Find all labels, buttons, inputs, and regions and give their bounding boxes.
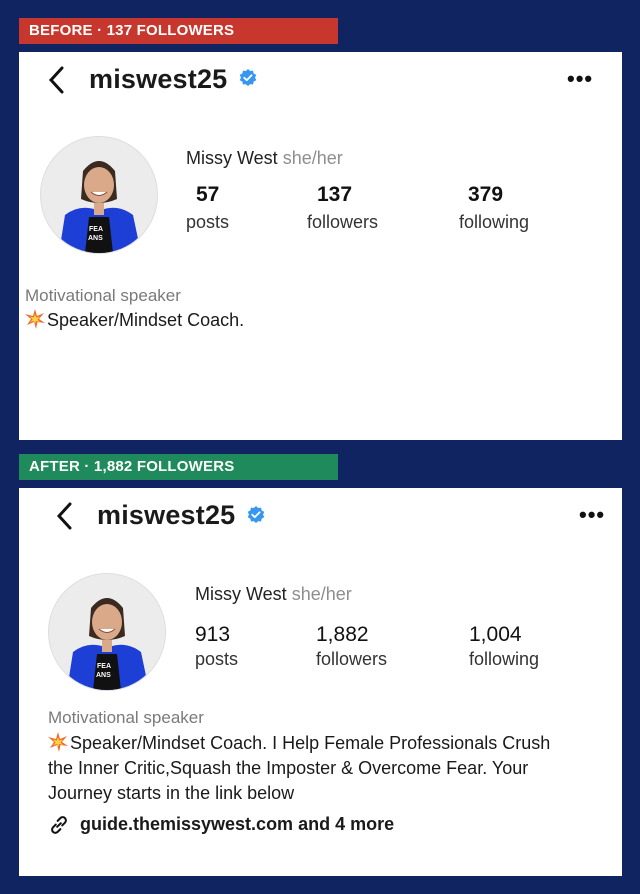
following-label[interactable]: following (459, 212, 529, 233)
following-label[interactable]: following (469, 649, 539, 670)
posts-label[interactable]: posts (186, 212, 229, 233)
back-chevron-icon[interactable] (55, 501, 73, 537)
svg-text:FEA: FEA (89, 226, 103, 233)
avatar-portrait: FEA ANS (41, 137, 157, 253)
username: miswest25 (89, 64, 228, 94)
svg-text:FEA: FEA (97, 663, 111, 670)
bio-text-line-1: Speaker/Mindset Coach. I Help Female Pro… (70, 733, 551, 753)
followers-count[interactable]: 1,882 (316, 623, 369, 647)
verified-badge-icon (247, 506, 265, 524)
after-profile-card: miswest25 ••• FEA ANS Missy West she/her… (19, 488, 622, 876)
username: miswest25 (97, 500, 236, 530)
bio-text-line-3: Journey starts in the link below (48, 783, 295, 803)
before-profile-card: miswest25 ••• FEA ANS Missy West she/her… (19, 52, 622, 440)
display-name-row: Missy West she/her (186, 148, 343, 169)
pronouns: she/her (282, 148, 343, 168)
avatar-portrait: FEA ANS (49, 574, 165, 690)
avatar[interactable]: FEA ANS (48, 573, 166, 691)
posts-label[interactable]: posts (195, 649, 238, 670)
display-name-row: Missy West she/her (195, 584, 352, 605)
display-name: Missy West (186, 148, 278, 168)
sparkle-emoji-icon (48, 732, 68, 752)
svg-text:ANS: ANS (96, 672, 111, 679)
followers-count[interactable]: 137 (317, 183, 352, 207)
after-banner: AFTER · 1,882 FOLLOWERS (19, 454, 338, 480)
before-banner: BEFORE · 137 FOLLOWERS (19, 18, 338, 44)
back-chevron-icon[interactable] (47, 65, 65, 101)
bio: Speaker/Mindset Coach. I Help Female Pro… (48, 731, 618, 806)
bio-link[interactable]: guide.themissywest.com and 4 more (80, 814, 394, 835)
pronouns: she/her (291, 584, 352, 604)
posts-count[interactable]: 57 (196, 183, 219, 207)
bio: Speaker/Mindset Coach. (25, 308, 244, 333)
posts-count[interactable]: 913 (195, 623, 230, 647)
following-count[interactable]: 379 (468, 183, 503, 207)
followers-label[interactable]: followers (307, 212, 378, 233)
category-label: Motivational speaker (25, 286, 181, 305)
bio-text: Speaker/Mindset Coach. (47, 310, 245, 330)
more-options-icon[interactable]: ••• (579, 504, 605, 526)
following-count[interactable]: 1,004 (469, 623, 522, 647)
bio-text-line-2: the Inner Critic,Squash the Imposter & O… (48, 758, 529, 778)
bio-line-1: Speaker/Mindset Coach. I Help Female Pro… (48, 731, 618, 756)
avatar[interactable]: FEA ANS (40, 136, 158, 254)
display-name: Missy West (195, 584, 287, 604)
link-chain-icon (51, 816, 67, 834)
svg-text:ANS: ANS (88, 235, 103, 242)
followers-label[interactable]: followers (316, 649, 387, 670)
category-label: Motivational speaker (48, 708, 204, 727)
sparkle-emoji-icon (25, 309, 45, 329)
verified-badge-icon (239, 69, 257, 87)
more-options-icon[interactable]: ••• (567, 68, 593, 90)
